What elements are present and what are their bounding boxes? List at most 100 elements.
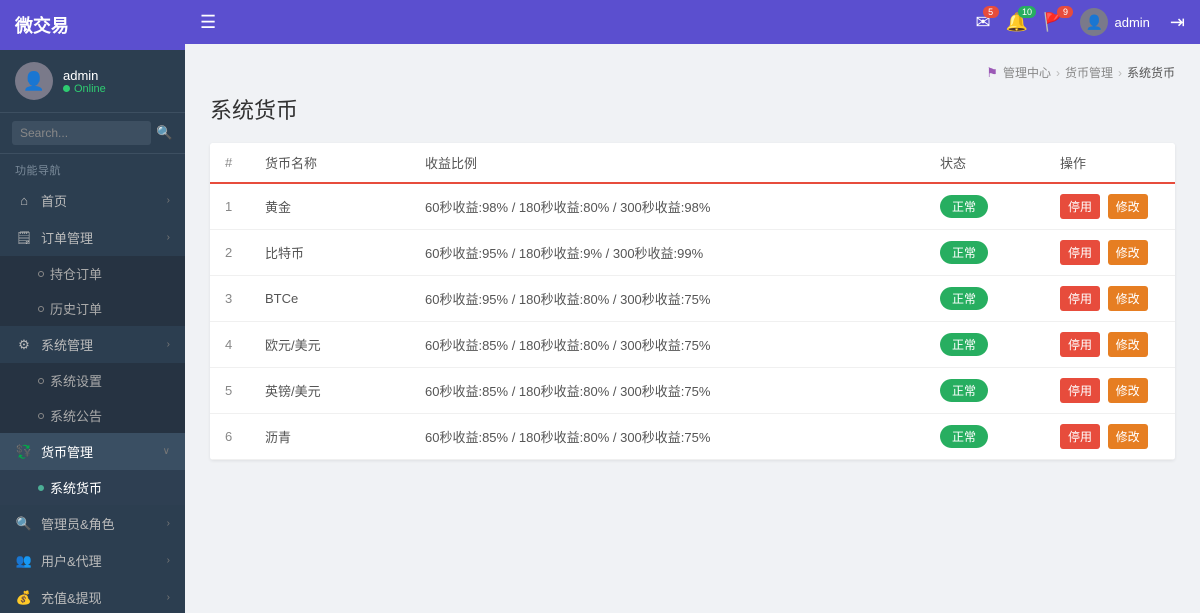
table-row: 6 沥青 60秒收益:85% / 180秒收益:80% / 300秒收益:75%… [210, 414, 1175, 460]
sidebar-item-sys-settings[interactable]: 系统设置 [0, 363, 185, 398]
sidebar-item-currency-mgmt[interactable]: 💱 货币管理 ∨ [0, 433, 185, 470]
notifications-bell-button[interactable]: 🔔 10 [1006, 12, 1028, 33]
stop-button[interactable]: 停用 [1060, 240, 1100, 265]
home-icon: ⌂ [15, 193, 33, 208]
cell-action: 停用 修改 [1045, 322, 1175, 368]
edit-button[interactable]: 修改 [1108, 424, 1148, 449]
topbar-user-menu[interactable]: 👤 admin [1080, 8, 1149, 36]
cell-action: 停用 修改 [1045, 368, 1175, 414]
cell-ratio: 60秒收益:98% / 180秒收益:80% / 300秒收益:98% [410, 183, 925, 230]
cell-status: 正常 [925, 414, 1045, 460]
sidebar-item-label: 管理员&角色 [41, 514, 115, 533]
table-row: 4 欧元/美元 60秒收益:85% / 180秒收益:80% / 300秒收益:… [210, 322, 1175, 368]
edit-button[interactable]: 修改 [1108, 194, 1148, 219]
sidebar-item-sys-currency[interactable]: 系统货币 [0, 470, 185, 505]
sidebar: 微交易 👤 admin Online 🔍 功能导航 ⌂ 首页 › 🗒 订单管理 … [0, 0, 185, 613]
topbar-username: admin [1114, 15, 1149, 30]
breadcrumb-currency-mgmt[interactable]: 货币管理 [1065, 64, 1113, 81]
sidebar-item-label: 系统管理 [41, 335, 93, 354]
order-submenu: 持仓订单 历史订单 [0, 256, 185, 326]
search-button[interactable]: 🔍 [156, 125, 173, 141]
sidebar-item-open-orders[interactable]: 持仓订单 [0, 256, 185, 291]
topbar-left: ☰ [200, 12, 216, 33]
users-icon: 👥 [15, 553, 33, 569]
content-area: ⚑ 管理中心 › 货币管理 › 系统货币 系统货币 # 货币名称 收益比例 状态… [185, 44, 1200, 613]
page-title: 系统货币 [210, 93, 1175, 125]
cell-name: BTCe [250, 276, 410, 322]
sidebar-item-sys-announce[interactable]: 系统公告 [0, 398, 185, 433]
table-row: 1 黄金 60秒收益:98% / 180秒收益:80% / 300秒收益:98%… [210, 183, 1175, 230]
cell-name: 欧元/美元 [250, 322, 410, 368]
cell-action: 停用 修改 [1045, 183, 1175, 230]
edit-button[interactable]: 修改 [1108, 332, 1148, 357]
sidebar-item-label: 首页 [41, 191, 67, 210]
notifications-email-button[interactable]: ✉ 5 [976, 12, 991, 33]
cell-status: 正常 [925, 276, 1045, 322]
currency-table-card: # 货币名称 收益比例 状态 操作 1 黄金 60秒收益:98% / 180秒收… [210, 143, 1175, 460]
cell-num: 2 [210, 230, 250, 276]
sub-dot [38, 271, 44, 277]
cell-name: 黄金 [250, 183, 410, 230]
cell-name: 英镑/美元 [250, 368, 410, 414]
currency-submenu: 系统货币 [0, 470, 185, 505]
sidebar-item-label: 用户&代理 [41, 551, 102, 570]
cell-ratio: 60秒收益:95% / 180秒收益:9% / 300秒收益:99% [410, 230, 925, 276]
sidebar-item-deposit-withdraw[interactable]: 💰 充值&提现 › [0, 579, 185, 613]
cell-num: 4 [210, 322, 250, 368]
edit-button[interactable]: 修改 [1108, 286, 1148, 311]
sidebar-item-home[interactable]: ⌂ 首页 › [0, 182, 185, 219]
stop-button[interactable]: 停用 [1060, 194, 1100, 219]
chevron-icon: › [167, 555, 170, 566]
col-header-action: 操作 [1045, 143, 1175, 183]
cell-status: 正常 [925, 230, 1045, 276]
cell-action: 停用 修改 [1045, 414, 1175, 460]
sidebar-item-sys-mgmt[interactable]: ⚙ 系统管理 › [0, 326, 185, 363]
stop-button[interactable]: 停用 [1060, 332, 1100, 357]
breadcrumb-admin[interactable]: 管理中心 [1003, 64, 1051, 81]
cell-name: 沥青 [250, 414, 410, 460]
main-area: ☰ ✉ 5 🔔 10 🚩 9 👤 admin ⇥ ⚑ [185, 0, 1200, 613]
hamburger-button[interactable]: ☰ [200, 12, 216, 33]
cell-num: 6 [210, 414, 250, 460]
status-badge: 正常 [940, 425, 988, 448]
breadcrumb-icon: ⚑ [986, 65, 998, 81]
sub-dot [38, 413, 44, 419]
search-input[interactable] [12, 121, 151, 145]
cell-ratio: 60秒收益:85% / 180秒收益:80% / 300秒收益:75% [410, 368, 925, 414]
sidebar-item-label: 货币管理 [41, 442, 93, 461]
sidebar-user: 👤 admin Online [0, 50, 185, 113]
chevron-down-icon: ∨ [163, 446, 170, 457]
chevron-icon: › [167, 518, 170, 529]
sidebar-item-order-mgmt[interactable]: 🗒 订单管理 › [0, 219, 185, 256]
cell-action: 停用 修改 [1045, 230, 1175, 276]
table-row: 3 BTCe 60秒收益:95% / 180秒收益:80% / 300秒收益:7… [210, 276, 1175, 322]
stop-button[interactable]: 停用 [1060, 286, 1100, 311]
sidebar-item-history-orders[interactable]: 历史订单 [0, 291, 185, 326]
cell-num: 5 [210, 368, 250, 414]
sidebar-item-label: 订单管理 [41, 228, 93, 247]
deposit-icon: 💰 [15, 590, 33, 606]
logout-button[interactable]: ⇥ [1170, 12, 1185, 33]
cell-ratio: 60秒收益:85% / 180秒收益:80% / 300秒收益:75% [410, 414, 925, 460]
chevron-icon: › [167, 592, 170, 603]
sidebar-item-admin-roles[interactable]: 🔍 管理员&角色 › [0, 505, 185, 542]
stop-button[interactable]: 停用 [1060, 378, 1100, 403]
status-dot [63, 85, 70, 92]
user-status: Online [63, 83, 106, 95]
edit-button[interactable]: 修改 [1108, 378, 1148, 403]
stop-button[interactable]: 停用 [1060, 424, 1100, 449]
sidebar-item-label: 充值&提现 [41, 588, 102, 607]
email-badge: 5 [983, 6, 999, 18]
edit-button[interactable]: 修改 [1108, 240, 1148, 265]
topbar: ☰ ✉ 5 🔔 10 🚩 9 👤 admin ⇥ [185, 0, 1200, 44]
sidebar-item-users-agents[interactable]: 👥 用户&代理 › [0, 542, 185, 579]
flag-badge: 9 [1057, 6, 1073, 18]
breadcrumb-current: 系统货币 [1127, 64, 1175, 81]
status-badge: 正常 [940, 333, 988, 356]
settings-icon: ⚙ [15, 337, 33, 353]
app-logo: 微交易 [15, 12, 69, 38]
notifications-flag-button[interactable]: 🚩 9 [1043, 12, 1065, 33]
status-badge: 正常 [940, 379, 988, 402]
sys-submenu: 系统设置 系统公告 [0, 363, 185, 433]
avatar: 👤 [15, 62, 53, 100]
